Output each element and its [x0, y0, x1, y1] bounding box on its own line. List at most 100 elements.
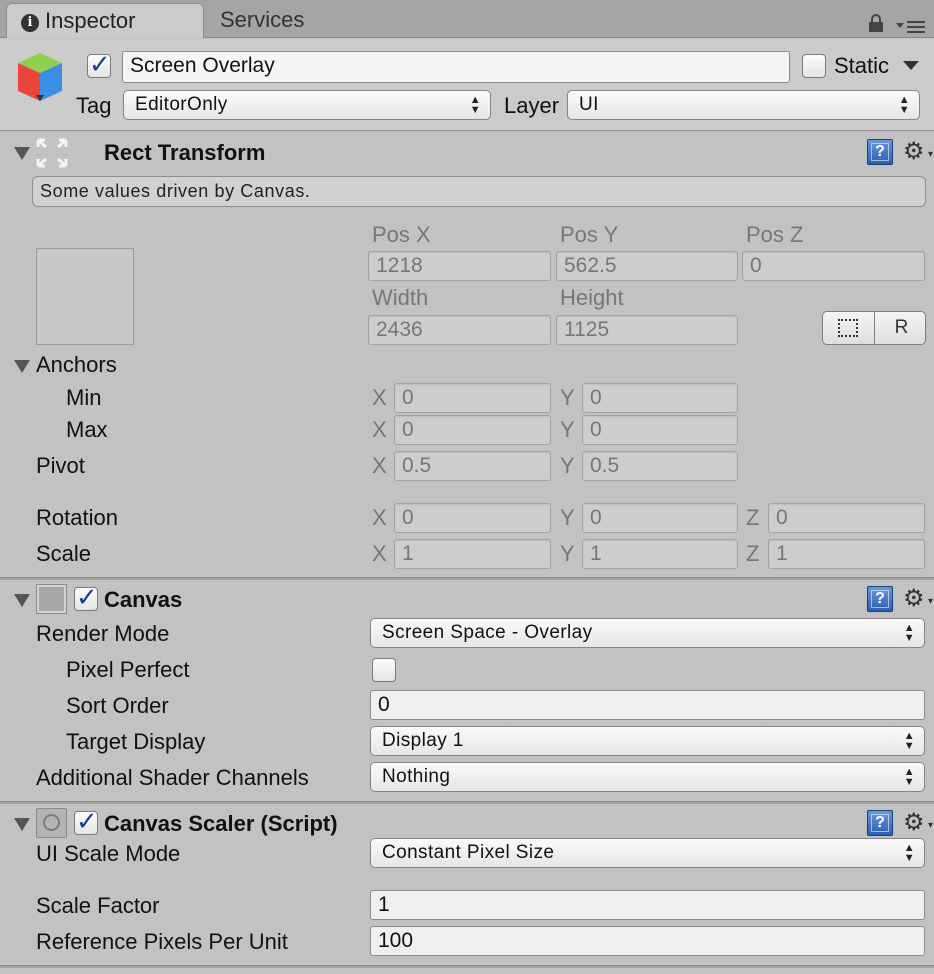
max-label: Max — [66, 417, 108, 442]
info-icon: i — [21, 14, 39, 32]
scale-x-field[interactable]: 1 — [394, 539, 551, 569]
canvas-component-icon — [36, 584, 67, 614]
dropdown-arrows-icon: ▲ ▼ — [903, 842, 915, 864]
raw-edit-button[interactable]: R — [876, 312, 925, 344]
rotation-x-field[interactable]: 0 — [394, 503, 551, 533]
canvas-enabled-toggle[interactable] — [74, 583, 98, 613]
tab-inspector[interactable]: i Inspector — [6, 3, 204, 38]
dropdown-arrows-icon: ▲ ▼ — [903, 730, 915, 752]
ref-ppu-label: Reference Pixels Per Unit — [36, 929, 288, 954]
section-divider — [0, 965, 934, 968]
driven-info-box: Some values driven by Canvas. — [32, 176, 926, 207]
help-icon[interactable]: ? — [867, 810, 893, 836]
ref-ppu-field[interactable]: 100 — [370, 926, 925, 956]
shader-channels-value: Nothing — [382, 766, 451, 787]
tag-value: EditorOnly — [135, 94, 228, 115]
anchor-max-x-field[interactable]: 0 — [394, 415, 551, 445]
tab-bar: i Inspector Services — [0, 0, 934, 38]
dropdown-arrows-icon: ▲ ▼ — [898, 94, 910, 116]
tag-label: Tag — [76, 93, 112, 118]
anchors-label: Anchors — [36, 352, 117, 377]
pivot-x-label: X — [372, 453, 387, 478]
static-checkbox[interactable] — [802, 54, 826, 78]
tag-dropdown[interactable]: EditorOnly ▲ ▼ — [123, 90, 491, 120]
canvas-scaler-title: Canvas Scaler (Script) — [104, 811, 338, 836]
anchor-min-x-field[interactable]: 0 — [394, 383, 551, 413]
rect-transform-icon — [36, 138, 68, 168]
rect-transform-title: Rect Transform — [104, 140, 266, 165]
pos-y-label: Pos Y — [560, 222, 619, 247]
height-field[interactable]: 1125 — [556, 315, 738, 345]
blueprint-mode-button[interactable] — [823, 312, 875, 344]
rect-transform-foldout-icon[interactable] — [14, 147, 30, 160]
pivot-y-field[interactable]: 0.5 — [582, 451, 738, 481]
min-y-label: Y — [560, 385, 575, 410]
gear-icon[interactable]: ⚙ ▾ — [903, 810, 933, 836]
static-dropdown-arrow-icon[interactable] — [903, 61, 919, 70]
scale-factor-field[interactable]: 1 — [370, 890, 925, 920]
pivot-x-field[interactable]: 0.5 — [394, 451, 551, 481]
target-display-dropdown[interactable]: Display 1 ▲ ▼ — [370, 726, 925, 756]
render-mode-dropdown[interactable]: Screen Space - Overlay ▲ ▼ — [370, 618, 925, 648]
dropdown-arrows-icon: ▲ ▼ — [903, 622, 915, 644]
width-field[interactable]: 2436 — [368, 315, 551, 345]
ui-scale-mode-dropdown[interactable]: Constant Pixel Size ▲ ▼ — [370, 838, 925, 868]
height-label: Height — [560, 285, 624, 310]
gear-icon[interactable]: ⚙ ▾ — [903, 139, 933, 165]
active-toggle[interactable] — [87, 50, 111, 80]
pivot-y-label: Y — [560, 453, 575, 478]
sort-order-label: Sort Order — [66, 693, 169, 718]
gameobject-header: Screen Overlay Static Tag EditorOnly ▲▼ … — [0, 39, 934, 131]
help-icon[interactable]: ? — [867, 139, 893, 165]
gameobject-cube-icon — [18, 53, 62, 101]
rotation-y-label: Y — [560, 505, 575, 530]
section-divider — [0, 577, 934, 580]
dropdown-arrows-icon: ▲ ▼ — [903, 766, 915, 788]
anchor-min-y-field[interactable]: 0 — [582, 383, 738, 413]
max-x-label: X — [372, 417, 387, 442]
min-label: Min — [66, 385, 102, 410]
rotation-z-label: Z — [746, 505, 760, 530]
layer-dropdown[interactable]: UI ▲ ▼ — [567, 90, 920, 120]
anchor-max-y-field[interactable]: 0 — [582, 415, 738, 445]
canvas-foldout-icon[interactable] — [14, 594, 30, 607]
rotation-y-field[interactable]: 0 — [582, 503, 738, 533]
scale-y-label: Y — [560, 541, 575, 566]
target-display-label: Target Display — [66, 729, 206, 754]
pixel-perfect-checkbox[interactable] — [372, 658, 396, 682]
scale-y-field[interactable]: 1 — [582, 539, 738, 569]
pixel-perfect-label: Pixel Perfect — [66, 657, 190, 682]
lock-icon[interactable] — [868, 14, 884, 32]
blueprint-raw-toggle-group: R — [822, 311, 926, 345]
tab-menu-icon[interactable] — [896, 18, 926, 34]
ui-scale-mode-value: Constant Pixel Size — [382, 842, 555, 863]
scale-z-field[interactable]: 1 — [768, 539, 925, 569]
tab-inspector-label: Inspector — [45, 8, 136, 33]
canvas-scaler-foldout-icon[interactable] — [14, 818, 30, 831]
ui-scale-mode-label: UI Scale Mode — [36, 841, 181, 866]
tab-services[interactable]: Services — [206, 3, 366, 38]
pos-z-field[interactable]: 0 — [742, 251, 925, 281]
canvas-scaler-enabled-toggle[interactable] — [74, 807, 98, 837]
help-icon[interactable]: ? — [867, 586, 893, 612]
render-mode-label: Render Mode — [36, 621, 170, 646]
pos-y-field[interactable]: 562.5 — [556, 251, 738, 281]
pivot-label: Pivot — [36, 453, 85, 478]
sort-order-field[interactable]: 0 — [370, 690, 925, 720]
scale-z-label: Z — [746, 541, 760, 566]
rotation-x-label: X — [372, 505, 387, 530]
render-mode-value: Screen Space - Overlay — [382, 622, 593, 643]
scale-label: Scale — [36, 541, 92, 566]
scale-factor-label: Scale Factor — [36, 893, 160, 918]
pos-x-field[interactable]: 1218 — [368, 251, 551, 281]
width-label: Width — [372, 285, 429, 310]
min-x-label: X — [372, 385, 387, 410]
scale-x-label: X — [372, 541, 387, 566]
anchors-foldout-icon[interactable] — [14, 360, 30, 373]
rotation-z-field[interactable]: 0 — [768, 503, 925, 533]
anchor-presets-button[interactable] — [36, 248, 134, 345]
object-name-field[interactable]: Screen Overlay — [122, 51, 790, 83]
rotation-label: Rotation — [36, 505, 118, 530]
shader-channels-dropdown[interactable]: Nothing ▲ ▼ — [370, 762, 925, 792]
gear-icon[interactable]: ⚙ ▾ — [903, 586, 933, 612]
